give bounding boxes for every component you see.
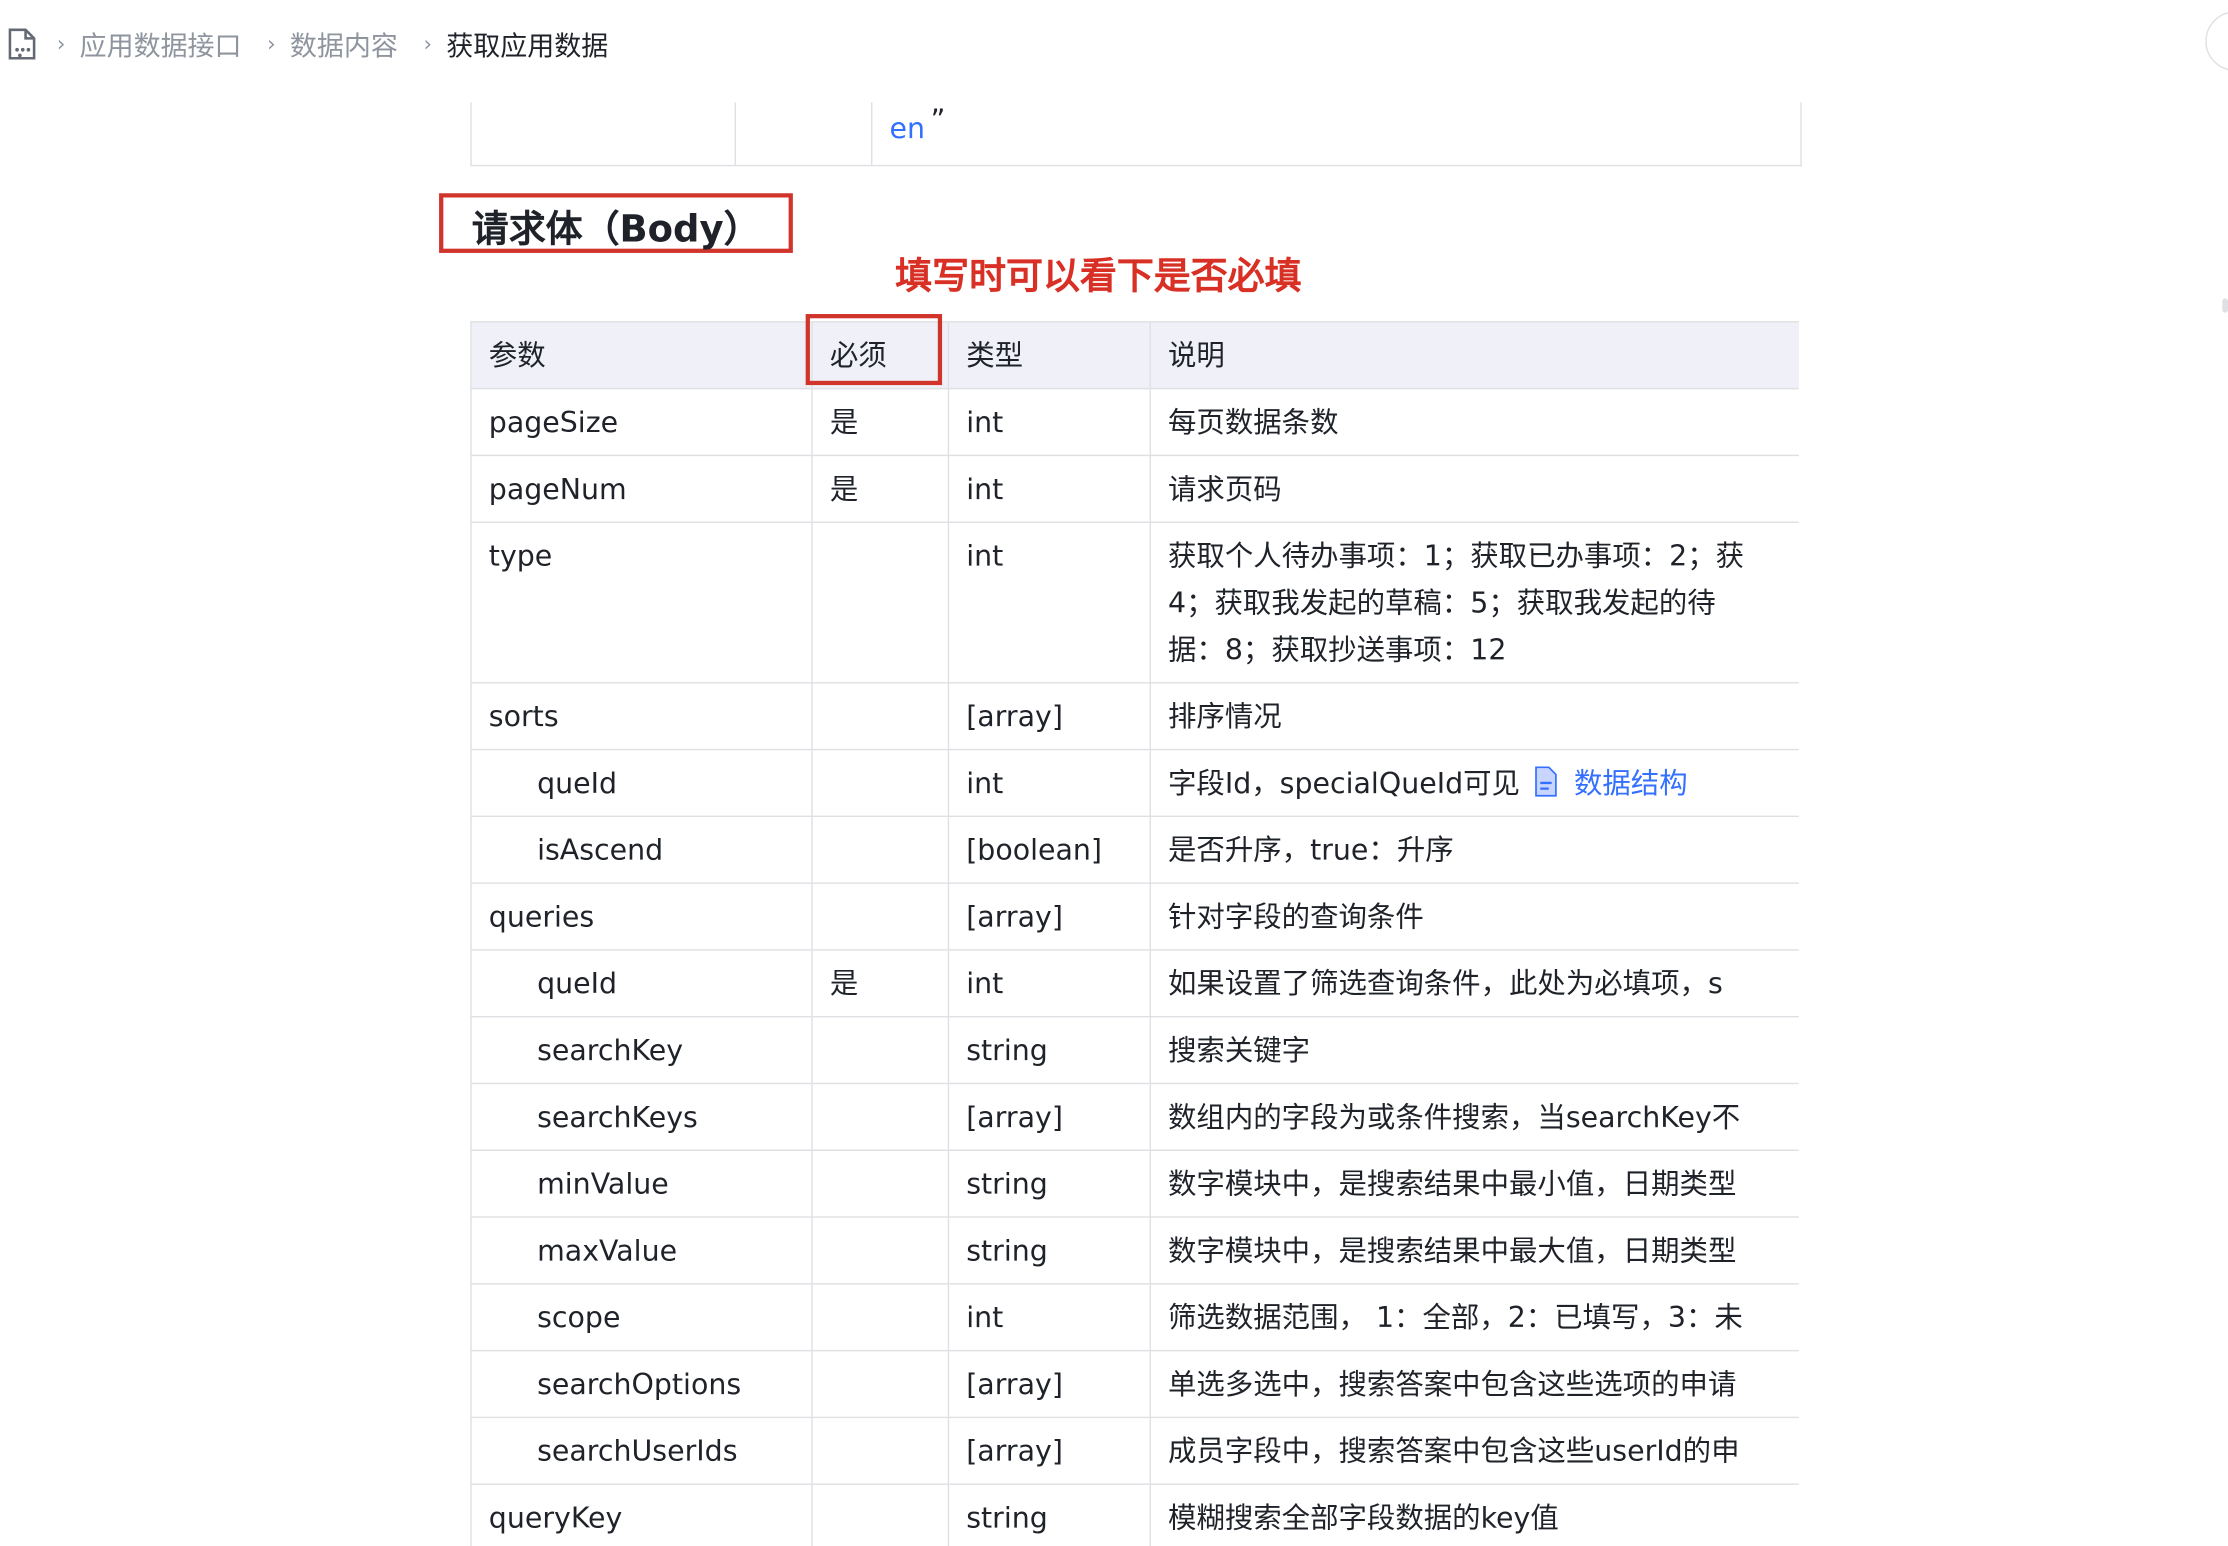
param-cell: sorts	[470, 682, 813, 751]
required-cell	[811, 1015, 950, 1085]
param-cell: queries	[470, 882, 813, 951]
param-cell: isAscend	[470, 815, 813, 884]
param-cell: queId	[470, 949, 813, 1018]
required-column-highlight-box	[805, 314, 943, 386]
required-cell	[811, 682, 950, 751]
desc-cell: 针对字段的查询条件	[1149, 882, 1799, 951]
type-cell: string	[947, 1483, 1151, 1546]
required-cell	[811, 748, 950, 818]
desc-cell: 筛选数据范围， 1：全部，2：已填写，3：未	[1149, 1283, 1799, 1352]
scroll-indicator	[2222, 298, 2228, 313]
data-structure-link[interactable]: 数据结构	[1574, 766, 1688, 800]
required-cell	[811, 815, 950, 884]
table-row: scope int 筛选数据范围， 1：全部，2：已填写，3：未	[470, 1283, 1799, 1352]
desc-cell: 数组内的字段为或条件搜索，当searchKey不	[1149, 1082, 1799, 1151]
type-cell: int	[947, 454, 1151, 523]
body-params-table: 参数 必须 类型 说明 pageSize 是 int 每页数据条数 pageNu…	[470, 321, 1799, 1546]
required-cell	[811, 1149, 950, 1218]
type-cell: [array]	[947, 1349, 1151, 1419]
param-cell: searchKeys	[470, 1082, 813, 1151]
param-cell: pageSize	[470, 387, 813, 457]
table-row: pageSize 是 int 每页数据条数	[470, 387, 1799, 457]
type-cell: int	[947, 387, 1151, 457]
desc-cell: 数字模块中，是搜索结果中最大值，日期类型	[1149, 1216, 1799, 1285]
type-cell: string	[947, 1015, 1151, 1085]
required-cell	[811, 1349, 950, 1419]
param-cell: pageNum	[470, 454, 813, 523]
table-row: sorts [array] 排序情况	[470, 682, 1799, 751]
param-cell: searchKey	[470, 1015, 813, 1085]
param-cell: queId	[470, 748, 813, 818]
desc-cell: 排序情况	[1149, 682, 1799, 751]
header-param: 参数	[470, 321, 813, 390]
table-row: queryKey string 模糊搜索全部字段数据的key值	[470, 1483, 1799, 1546]
table-row: minValue string 数字模块中，是搜索结果中最小值，日期类型	[470, 1149, 1799, 1218]
table-row: searchKey string 搜索关键字	[470, 1015, 1799, 1085]
type-cell: [boolean]	[947, 815, 1151, 884]
required-cell: 是	[811, 949, 950, 1018]
required-cell	[811, 1283, 950, 1352]
table-row: pageNum 是 int 请求页码	[470, 454, 1799, 523]
table-clip: 参数 必须 类型 说明 pageSize 是 int 每页数据条数 pageNu…	[0, 0, 1799, 1546]
table-row: queId 是 int 如果设置了筛选查询条件，此处为必填项，s	[470, 949, 1799, 1018]
type-cell: [array]	[947, 682, 1151, 751]
param-cell: searchUserIds	[470, 1416, 813, 1485]
required-cell	[811, 1416, 950, 1485]
type-cell: [array]	[947, 1416, 1151, 1485]
required-cell	[811, 1082, 950, 1151]
table-row: queId int 字段Id，specialQueId可见 数据结构	[470, 748, 1799, 818]
type-cell: int	[947, 1283, 1151, 1352]
desc-cell: 单选多选中，搜索答案中包含这些选项的申请	[1149, 1349, 1799, 1419]
table-row: queries [array] 针对字段的查询条件	[470, 882, 1799, 951]
desc-cell: 成员字段中，搜索答案中包含这些userId的申	[1149, 1416, 1799, 1485]
param-cell: type	[470, 521, 813, 684]
table-row: searchUserIds [array] 成员字段中，搜索答案中包含这些use…	[470, 1416, 1799, 1485]
header-description: 说明	[1149, 321, 1799, 390]
desc-line: 获取个人待办事项：1；获取已办事项：2；获	[1167, 538, 1745, 573]
required-cell: 是	[811, 454, 950, 523]
floating-button[interactable]	[2205, 11, 2228, 72]
desc-cell: 字段Id，specialQueId可见 数据结构	[1149, 748, 1799, 818]
required-cell	[811, 882, 950, 951]
table-row: maxValue string 数字模块中，是搜索结果中最大值，日期类型	[470, 1216, 1799, 1285]
type-cell: [array]	[947, 882, 1151, 951]
type-cell: int	[947, 521, 1151, 684]
desc-cell: 是否升序，true：升序	[1149, 815, 1799, 884]
desc-cell: 搜索关键字	[1149, 1015, 1799, 1085]
required-cell	[811, 1483, 950, 1546]
param-cell: minValue	[470, 1149, 813, 1218]
param-cell: scope	[470, 1283, 813, 1352]
doc-link-icon[interactable]	[1531, 766, 1559, 797]
desc-cell: 每页数据条数	[1149, 387, 1799, 457]
desc-cell: 请求页码	[1149, 454, 1799, 523]
header-type: 类型	[947, 321, 1151, 390]
required-cell: 是	[811, 387, 950, 457]
param-cell: maxValue	[470, 1216, 813, 1285]
desc-text: 字段Id，specialQueId可见	[1167, 765, 1520, 800]
table-row: searchKeys [array] 数组内的字段为或条件搜索，当searchK…	[470, 1082, 1799, 1151]
desc-cell: 获取个人待办事项：1；获取已办事项：2；获 4；获取我发起的草稿：5；获取我发起…	[1149, 521, 1799, 684]
type-cell: string	[947, 1149, 1151, 1218]
required-cell	[811, 521, 950, 684]
param-cell: queryKey	[470, 1483, 813, 1546]
desc-cell: 数字模块中，是搜索结果中最小值，日期类型	[1149, 1149, 1799, 1218]
desc-cell: 模糊搜索全部字段数据的key值	[1149, 1483, 1799, 1546]
desc-line: 4；获取我发起的草稿：5；获取我发起的待	[1167, 585, 1716, 620]
table-row: isAscend [boolean] 是否升序，true：升序	[470, 815, 1799, 884]
desc-cell: 如果设置了筛选查询条件，此处为必填项，s	[1149, 949, 1799, 1018]
desc-line: 据：8；获取抄送事项：12	[1167, 632, 1507, 667]
type-cell: string	[947, 1216, 1151, 1285]
param-cell: searchOptions	[470, 1349, 813, 1419]
table-row: searchOptions [array] 单选多选中，搜索答案中包含这些选项的…	[470, 1349, 1799, 1419]
required-cell	[811, 1216, 950, 1285]
type-cell: int	[947, 748, 1151, 818]
table-header-row: 参数 必须 类型 说明	[470, 321, 1799, 390]
type-cell: [array]	[947, 1082, 1151, 1151]
table-row: type int 获取个人待办事项：1；获取已办事项：2；获 4；获取我发起的草…	[470, 521, 1799, 684]
type-cell: int	[947, 949, 1151, 1018]
